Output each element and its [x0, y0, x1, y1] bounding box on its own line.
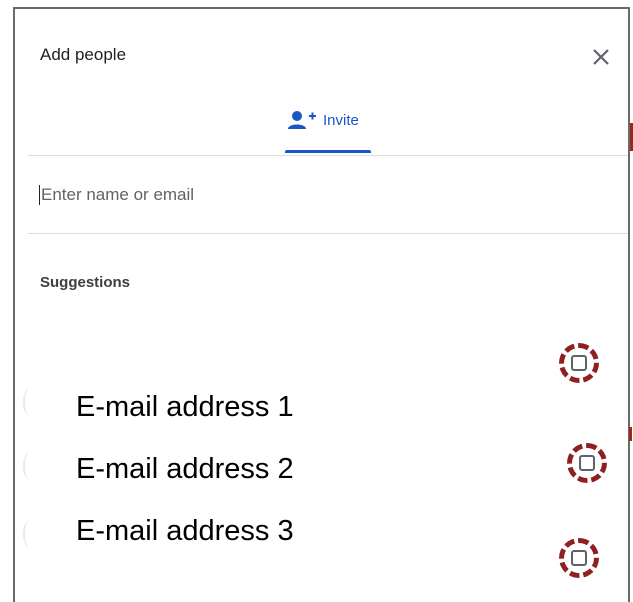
- suggestion-row-3[interactable]: E-mail address 3: [15, 503, 628, 563]
- suggestion-row-1[interactable]: E-mail address 1: [15, 379, 628, 439]
- close-icon: [593, 49, 609, 65]
- tab-invite-label: Invite: [323, 111, 359, 129]
- divider: [28, 233, 628, 234]
- tab-invite[interactable]: Invite: [287, 105, 377, 135]
- add-people-dialog: Add people Invite Suggestions E-mail add…: [13, 7, 630, 602]
- suggestion-email-1: E-mail address 1: [76, 391, 294, 423]
- dialog-title: Add people: [40, 45, 127, 64]
- background-edge: [629, 427, 632, 441]
- suggestion-checkbox-2[interactable]: [567, 443, 607, 483]
- checkbox[interactable]: [571, 550, 587, 566]
- search-input[interactable]: [39, 181, 601, 209]
- suggestions-heading: Suggestions: [40, 274, 131, 291]
- person-add-icon: [288, 111, 316, 129]
- divider: [28, 155, 628, 156]
- suggestion-row-2[interactable]: E-mail address 2: [15, 441, 628, 501]
- suggestion-checkbox-1[interactable]: [559, 343, 599, 383]
- suggestion-checkbox-3[interactable]: [559, 538, 599, 578]
- avatar: [45, 593, 85, 602]
- avatar: [23, 519, 39, 549]
- active-tab-indicator: [285, 150, 371, 153]
- avatar: [23, 451, 39, 481]
- avatar: [23, 387, 39, 417]
- checkbox[interactable]: [571, 355, 587, 371]
- suggestion-email-3: E-mail address 3: [76, 515, 294, 547]
- suggestion-email-2: E-mail address 2: [76, 453, 294, 485]
- close-button[interactable]: [587, 43, 615, 71]
- checkbox[interactable]: [579, 455, 595, 471]
